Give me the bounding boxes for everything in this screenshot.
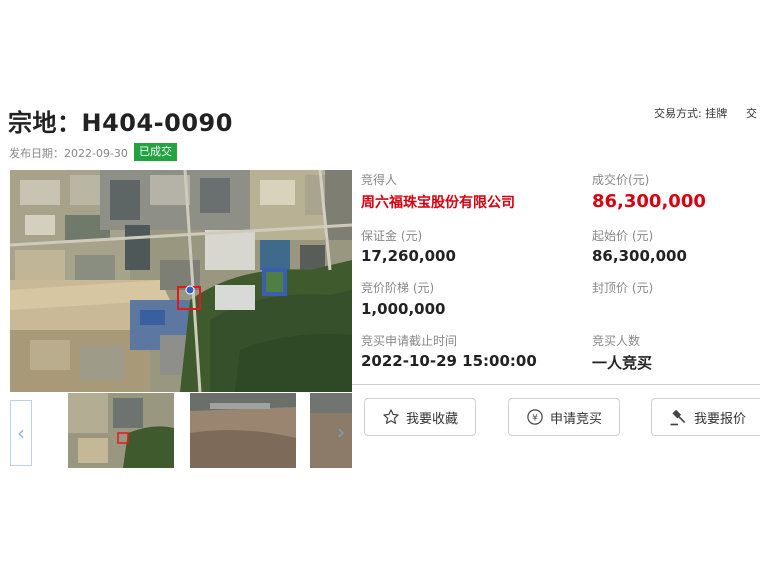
- deposit-label: 保证金 (元): [361, 229, 423, 243]
- thumb-next-button[interactable]: ›: [330, 400, 352, 466]
- land-auction-page: 宗地：H404-0090 交易方式: 挂牌 交 发布日期：2022-09-30 …: [0, 0, 760, 565]
- quote-button[interactable]: 我要报价: [651, 398, 760, 436]
- publish-date: 发布日期：2022-09-30: [9, 147, 128, 160]
- increment-label: 竞价阶梯 (元): [361, 281, 435, 295]
- chevron-left-icon: ‹: [17, 421, 25, 445]
- winner-value: 周六福珠宝股份有限公司: [361, 195, 515, 211]
- winner-label: 竞得人: [361, 173, 398, 187]
- quote-label: 我要报价: [694, 411, 747, 427]
- svg-text:¥: ¥: [532, 413, 538, 423]
- apply-bid-button[interactable]: ¥ 申请竞买: [508, 398, 620, 436]
- trade-mode-truncated: 交: [746, 107, 757, 120]
- thumbnail-satellite-graphic: [68, 393, 174, 468]
- thumbnail-1[interactable]: [68, 393, 174, 468]
- cap-price-label: 封顶价 (元): [592, 281, 654, 295]
- deposit-value: 17,260,000: [361, 247, 456, 265]
- status-badge: 已成交: [134, 143, 177, 161]
- gavel-icon: [670, 409, 686, 426]
- trade-mode: 交易方式: 挂牌: [654, 107, 728, 120]
- increment-value: 1,000,000: [361, 300, 446, 318]
- deadline-label: 竞买申请截止时间: [361, 334, 458, 348]
- chevron-right-icon: ›: [337, 420, 345, 444]
- thumbnail-site-photo: [190, 393, 296, 468]
- satellite-map-graphic: [10, 170, 352, 392]
- main-satellite-image[interactable]: [10, 170, 352, 392]
- deadline-value: 2022-10-29 15:00:00: [361, 352, 537, 370]
- page-title: 宗地：H404-0090: [8, 109, 233, 137]
- thumbnail-strip: ‹ ›: [10, 393, 352, 468]
- yen-coin-icon: ¥: [527, 409, 543, 425]
- thumbnail-2[interactable]: [190, 393, 296, 468]
- divider: [352, 384, 760, 385]
- bidders-value: 一人竞买: [592, 354, 653, 372]
- start-price-value: 86,300,000: [592, 247, 687, 265]
- favorite-button[interactable]: 我要收藏: [364, 398, 476, 436]
- star-icon: [383, 409, 399, 424]
- start-price-label: 起始价 (元): [592, 229, 654, 243]
- apply-bid-label: 申请竞买: [549, 411, 602, 427]
- deal-price-label: 成交价(元): [592, 173, 650, 187]
- deal-price-value: 86,300,000: [592, 191, 706, 212]
- favorite-label: 我要收藏: [405, 411, 458, 427]
- thumb-prev-button[interactable]: ‹: [10, 400, 32, 466]
- bidders-label: 竞买人数: [592, 334, 641, 348]
